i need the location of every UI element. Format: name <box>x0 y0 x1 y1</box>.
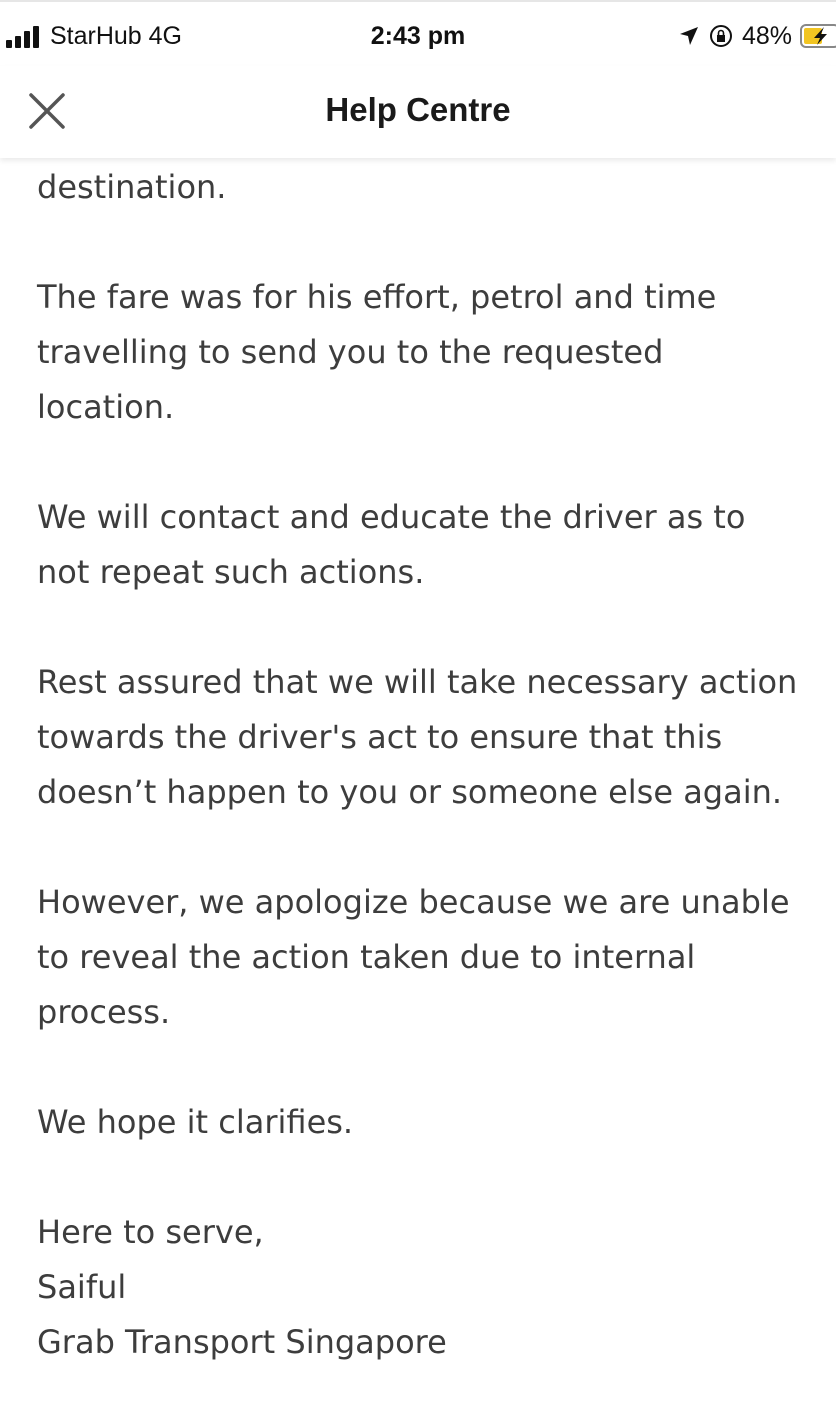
app-header: Help Centre <box>0 66 836 158</box>
message-paragraph: We will contact and educate the driver a… <box>37 490 827 600</box>
message-line: process. <box>37 993 171 1031</box>
message-paragraph: Rest assured that we will take necessary… <box>37 655 827 820</box>
message-line: However, we apologize because we are una… <box>37 883 790 921</box>
message-paragraph: We hope it clarifies. <box>37 1095 827 1150</box>
signer-organization: Grab Transport Singapore <box>37 1323 447 1361</box>
message-line: Rest assured that we will take necessary… <box>37 663 798 701</box>
message-line: location. <box>37 388 175 426</box>
signer-name: Saiful <box>37 1268 127 1306</box>
message-line: travelling to send you to the requested <box>37 333 664 371</box>
battery-charging-icon <box>800 24 836 48</box>
status-bar: StarHub 4G 2:43 pm 48% <box>0 0 836 66</box>
message-line: We will contact and educate the driver a… <box>37 498 746 536</box>
page-title: Help Centre <box>325 91 511 128</box>
message-line: to reveal the action taken due to intern… <box>37 938 696 976</box>
message-paragraph: The fare was for his effort, petrol and … <box>37 270 827 435</box>
message-paragraph: However, we apologize because we are una… <box>37 875 827 1040</box>
message-line: The fare was for his effort, petrol and … <box>37 278 717 316</box>
message-line: destination. <box>37 168 227 206</box>
message-paragraph: destination. <box>37 160 827 215</box>
message-line: not repeat such actions. <box>37 553 425 591</box>
signature-block: Here to serve, Saiful Grab Transport Sin… <box>37 1205 827 1370</box>
message-body: destination. The fare was for his effort… <box>37 158 827 1425</box>
rotation-lock-icon <box>708 23 734 49</box>
status-right-group: 48% <box>678 20 836 52</box>
location-arrow-icon <box>678 25 700 47</box>
message-line: doesn’t happen to you or someone else ag… <box>37 773 783 811</box>
signoff-text: Here to serve, <box>37 1213 264 1251</box>
message-line: towards the driver's act to ensure that … <box>37 718 723 756</box>
message-line: We hope it clarifies. <box>37 1103 354 1141</box>
battery-percent: 48% <box>741 22 792 50</box>
